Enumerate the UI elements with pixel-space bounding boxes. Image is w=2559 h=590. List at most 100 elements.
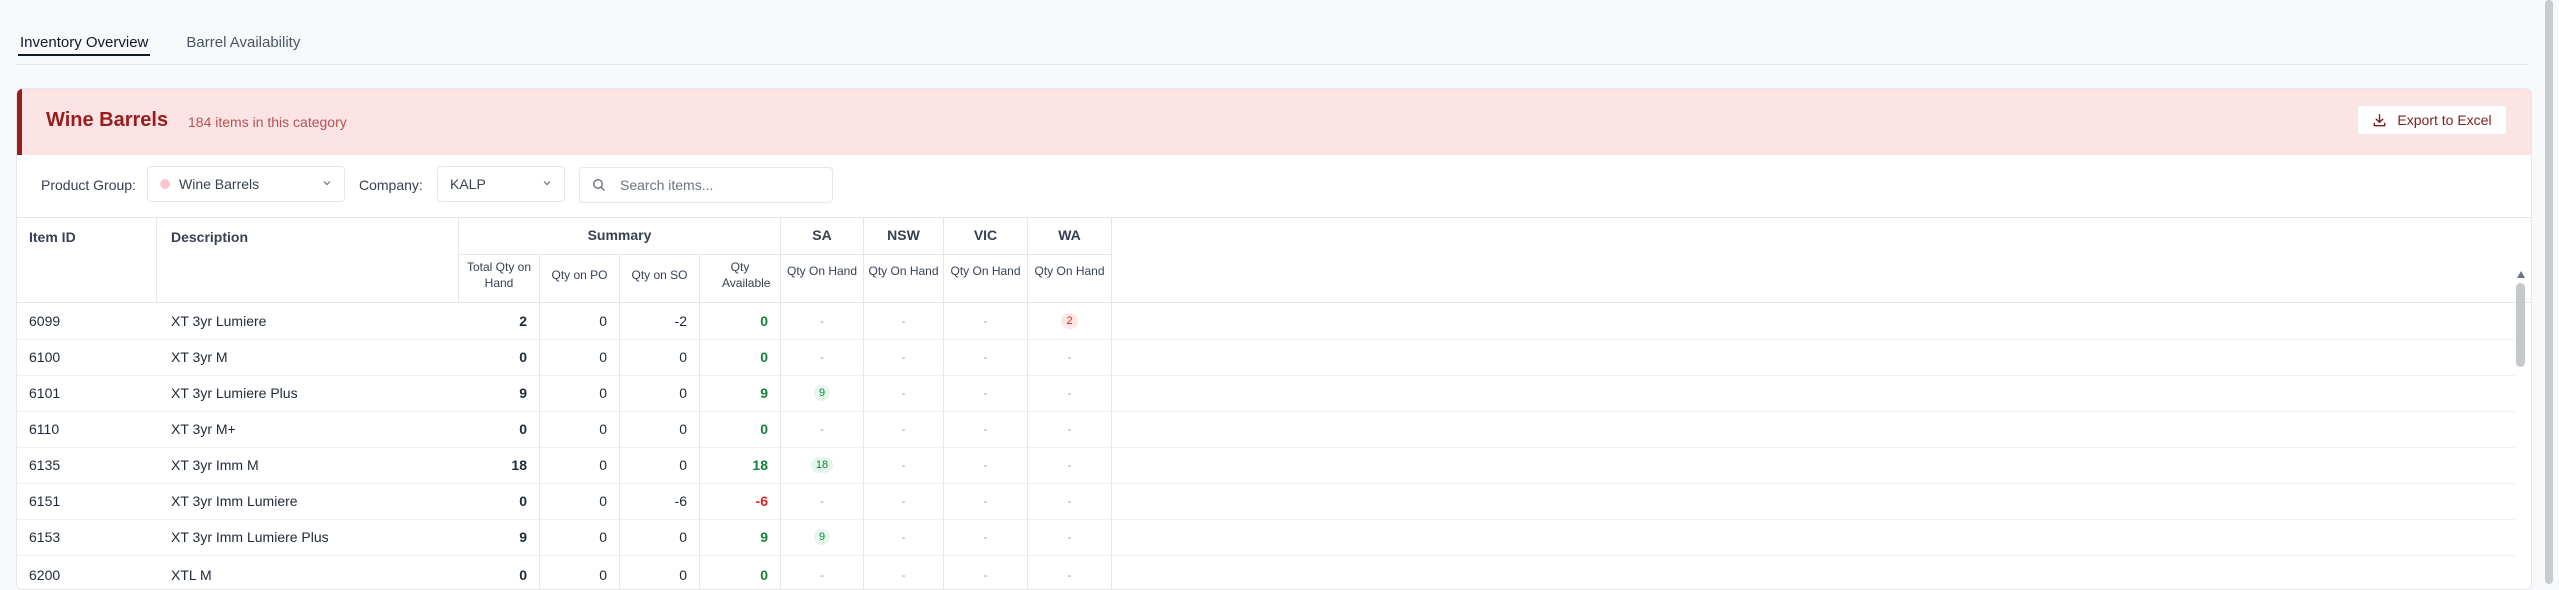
download-icon xyxy=(2374,113,2386,126)
tab-inventory-overview[interactable]: Inventory Overview xyxy=(18,26,151,56)
total-cell: 18 xyxy=(459,447,540,483)
header-sa-qty-on-hand[interactable]: Qty On Hand xyxy=(781,255,864,303)
region-wa-cell: - xyxy=(1028,555,1112,589)
company-value: KALP xyxy=(450,176,486,192)
search-box[interactable] xyxy=(579,167,833,203)
region-nsw-cell: - xyxy=(864,447,944,483)
item-id-cell: 6110 xyxy=(29,421,60,437)
table-row[interactable]: 6110 XT 3yr M+ 0 0 0 0- - - - xyxy=(17,411,2515,448)
region-wa-cell: - xyxy=(1028,411,1112,447)
region-nsw-cell: - xyxy=(864,339,944,375)
so-cell: 0 xyxy=(620,519,700,555)
inventory-card: Wine Barrels 184 items in this category … xyxy=(16,88,2532,590)
header-region-vic: VIC xyxy=(944,217,1028,255)
description-cell: XT 3yr Imm Lumiere xyxy=(171,493,298,509)
qty-badge: 18 xyxy=(810,457,834,473)
so-cell: 0 xyxy=(620,447,700,483)
region-vic-cell: - xyxy=(944,555,1028,589)
header-qty-available[interactable]: Qty Available xyxy=(700,255,781,303)
description-cell: XT 3yr M xyxy=(171,349,228,365)
table-row[interactable]: 6101 XT 3yr Lumiere Plus 9 0 0 9 9- - - xyxy=(17,375,2515,412)
table-row[interactable]: 6200 XTL M0000---- xyxy=(17,555,2515,589)
header-item-id[interactable]: Item ID xyxy=(17,217,157,303)
item-id-cell: 6101 xyxy=(29,385,61,401)
region-sa-cell: - xyxy=(781,411,864,447)
item-id-cell: 6200 xyxy=(29,567,61,583)
region-nsw-cell: - xyxy=(864,411,944,447)
product-group-select[interactable]: Wine Barrels xyxy=(147,166,345,202)
header-qty-po[interactable]: Qty on PO xyxy=(540,255,620,303)
region-nsw-cell: - xyxy=(864,519,944,555)
header-qty-so[interactable]: Qty on SO xyxy=(620,255,700,303)
header-description[interactable]: Description xyxy=(157,217,459,303)
po-cell: 0 xyxy=(540,339,620,375)
export-excel-button[interactable]: Export to Excel xyxy=(2357,105,2507,135)
table-scrollbar[interactable] xyxy=(2513,271,2527,589)
total-cell: 9 xyxy=(459,519,540,555)
header-total-qty[interactable]: Total Qty on Hand xyxy=(459,255,540,303)
avail-cell: 18 xyxy=(700,447,781,483)
po-cell: 0 xyxy=(540,411,620,447)
region-vic-cell: - xyxy=(944,375,1028,411)
scroll-thumb[interactable] xyxy=(2516,283,2525,367)
so-cell: 0 xyxy=(620,339,700,375)
po-cell: 0 xyxy=(540,303,620,339)
header-wa-qty-on-hand[interactable]: Qty On Hand xyxy=(1028,255,1112,303)
avail-cell: 0 xyxy=(700,555,781,589)
region-vic-cell: - xyxy=(944,339,1028,375)
category-color-dot xyxy=(160,179,170,189)
description-cell: XT 3yr M+ xyxy=(171,421,236,437)
company-select[interactable]: KALP xyxy=(437,166,565,202)
po-cell: 0 xyxy=(540,519,620,555)
region-sa-cell: - xyxy=(781,303,864,339)
table-row[interactable]: 6100 XT 3yr M0000---- xyxy=(17,339,2515,376)
total-cell: 0 xyxy=(459,339,540,375)
page-scrollbar[interactable] xyxy=(2545,0,2553,584)
category-title: Wine Barrels xyxy=(46,109,169,131)
avail-cell: 0 xyxy=(700,339,781,375)
po-cell: 0 xyxy=(540,483,620,519)
region-sa-cell: 9 xyxy=(781,375,864,411)
so-cell: 0 xyxy=(620,375,700,411)
total-cell: 0 xyxy=(459,411,540,447)
inventory-table: Item ID Description Summary Total Qty on… xyxy=(17,217,2531,589)
page-scroll-thumb[interactable] xyxy=(2545,0,2553,584)
total-cell: 0 xyxy=(459,483,540,519)
region-nsw-cell: - xyxy=(864,303,944,339)
region-nsw-cell: - xyxy=(864,555,944,589)
description-cell: XT 3yr Imm Lumiere Plus xyxy=(171,529,329,545)
header-nsw-qty-on-hand[interactable]: Qty On Hand xyxy=(864,255,944,303)
qty-badge: 9 xyxy=(813,385,831,401)
so-cell: -2 xyxy=(620,303,700,339)
region-vic-cell: - xyxy=(944,519,1028,555)
region-vic-cell: - xyxy=(944,447,1028,483)
po-cell: 0 xyxy=(540,447,620,483)
search-input[interactable] xyxy=(618,176,812,194)
total-cell: 9 xyxy=(459,375,540,411)
region-nsw-cell: - xyxy=(864,375,944,411)
table-row[interactable]: 6135 XT 3yr Imm M 18 0 0 18 18- - - xyxy=(17,447,2515,484)
total-cell: 2 xyxy=(459,303,540,339)
company-label: Company: xyxy=(359,177,423,193)
tab-bar: Inventory Overview Barrel Availability xyxy=(18,26,336,66)
product-group-value: Wine Barrels xyxy=(179,176,260,192)
item-id-cell: 6151 xyxy=(29,493,61,509)
region-wa-cell: - xyxy=(1028,339,1112,375)
header-region-sa: SA xyxy=(781,217,864,255)
product-group-label: Product Group: xyxy=(41,177,136,193)
header-filler xyxy=(1112,217,2531,303)
avail-cell: 0 xyxy=(700,411,781,447)
table-row[interactable]: 6151 XT 3yr Imm Lumiere 0 0 -6 -6- - - - xyxy=(17,483,2515,520)
region-vic-cell: - xyxy=(944,483,1028,519)
item-id-cell: 6100 xyxy=(29,349,61,365)
region-nsw-cell: - xyxy=(864,483,944,519)
scroll-up-arrow-icon[interactable] xyxy=(2517,271,2525,278)
description-cell: XT 3yr Imm M xyxy=(171,457,259,473)
region-wa-cell: - xyxy=(1028,483,1112,519)
region-wa-cell: 2 xyxy=(1028,303,1112,339)
header-summary: Summary xyxy=(459,217,781,255)
tab-barrel-availability[interactable]: Barrel Availability xyxy=(184,26,302,56)
header-vic-qty-on-hand[interactable]: Qty On Hand xyxy=(944,255,1028,303)
table-row[interactable]: 6099 XT 3yr Lumiere 2 0 -2 0- - -2 xyxy=(17,303,2515,340)
table-row[interactable]: 6153 XT 3yr Imm Lumiere Plus 9 0 0 9 9- - - xyxy=(17,519,2515,556)
